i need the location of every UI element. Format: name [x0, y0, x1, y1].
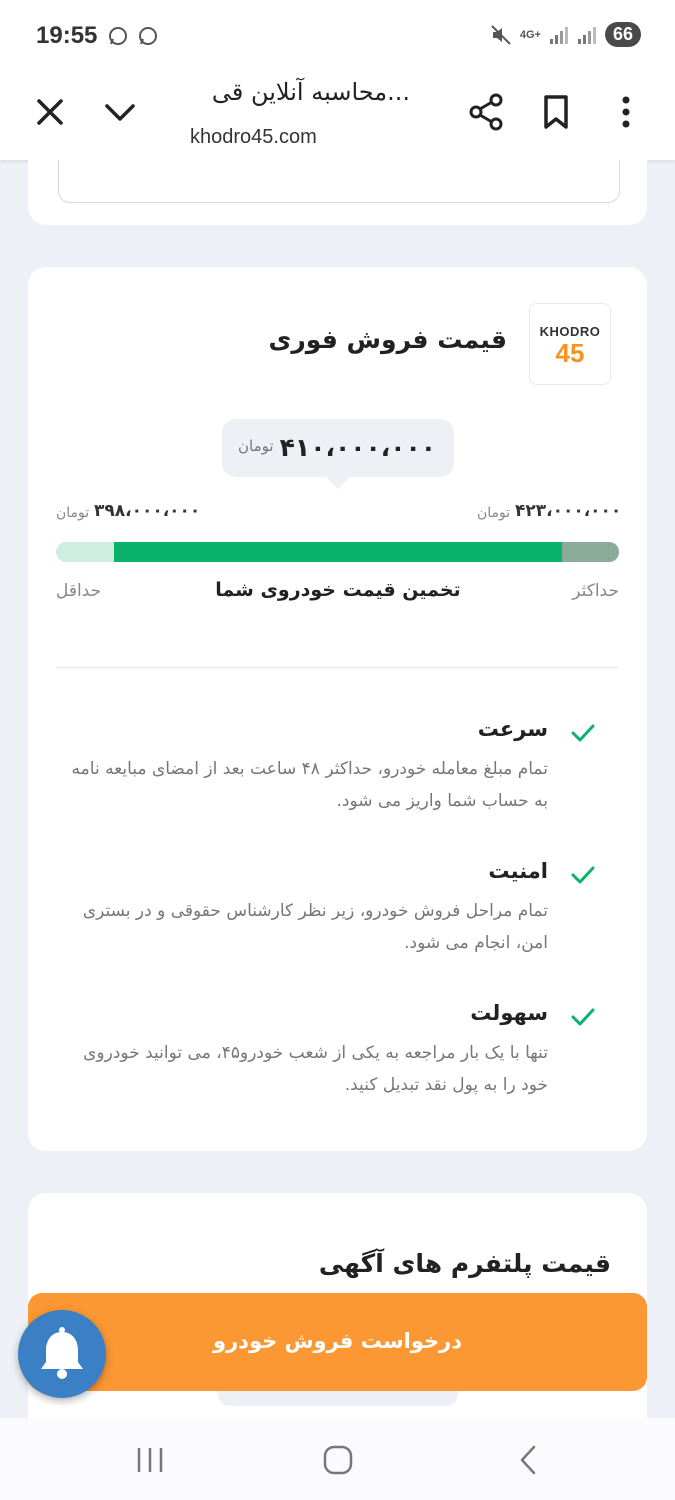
battery-indicator: 66	[604, 22, 641, 47]
range-max-segment	[562, 542, 619, 562]
previous-input[interactable]	[58, 160, 620, 203]
page-title: محاسبه آنلاین قی...	[211, 78, 410, 106]
price-range-bar	[56, 542, 619, 562]
network-type: 4G+	[519, 28, 541, 41]
card-title: قیمت فروش فوری	[268, 325, 507, 354]
recent-apps-icon[interactable]	[132, 1442, 168, 1478]
check-icon	[571, 866, 595, 884]
home-icon[interactable]	[320, 1442, 356, 1478]
mute-icon	[491, 24, 511, 45]
signal-icon	[549, 26, 568, 44]
back-icon[interactable]	[512, 1442, 548, 1478]
max-label: حداکثر	[572, 581, 619, 601]
feature-title: سرعت	[477, 717, 548, 741]
feature-speed: سرعت تمام مبلغ معامله خودرو، حداکثر ۴۸ س…	[68, 717, 548, 817]
min-value: ۳۹۸،۰۰۰،۰۰۰	[94, 501, 201, 521]
partial-bubble	[218, 1390, 458, 1406]
feature-security: امنیت تمام مراحل فروش خودرو، زیر نظر کار…	[68, 859, 548, 959]
estimate-value: ۴۱۰،۰۰۰،۰۰۰	[279, 433, 436, 462]
more-vert-icon[interactable]	[606, 92, 646, 132]
estimate-label: تخمین قیمت خودروی شما	[215, 579, 461, 601]
status-time: 19:55	[36, 22, 98, 49]
browser-toolbar: محاسبه آنلاین قی... khodro45.com	[0, 70, 675, 160]
range-fill	[114, 542, 562, 562]
whatsapp-icon	[109, 27, 127, 45]
feature-desc: تنها با یک بار مراجعه به یکی از شعب خودر…	[83, 1043, 548, 1095]
status-bar: 19:55 4G+ 66	[0, 0, 675, 70]
bell-icon	[41, 1327, 83, 1379]
feature-desc: تمام مبلغ معامله خودرو، حداکثر ۴۸ ساعت ب…	[71, 759, 548, 811]
max-value: ۴۲۳،۰۰۰،۰۰۰	[515, 501, 622, 521]
check-icon	[571, 724, 595, 742]
platform-title: قیمت پلتفرم های آگهی	[318, 1249, 611, 1278]
share-icon[interactable]	[466, 92, 506, 132]
bookmark-icon[interactable]	[536, 92, 576, 132]
feature-desc: تمام مراحل فروش خودرو، زیر نظر کارشناس ح…	[82, 901, 548, 953]
signal-icon	[577, 26, 596, 44]
estimate-bubble: ۴۱۰،۰۰۰،۰۰۰ تومان	[222, 419, 454, 489]
check-icon	[571, 1008, 595, 1026]
close-icon[interactable]	[30, 92, 70, 132]
feature-title: سهولت	[470, 1001, 548, 1025]
min-label: حداقل	[56, 581, 102, 601]
divider	[56, 667, 619, 668]
sell-request-button[interactable]: درخواست فروش خودرو	[28, 1293, 647, 1391]
feature-title: امنیت	[488, 859, 548, 883]
max-unit: تومان	[477, 505, 511, 521]
page-url: khodro45.com	[190, 126, 317, 148]
min-unit: تومان	[56, 505, 90, 521]
whatsapp-icon	[139, 27, 157, 45]
logo-number: 45	[555, 338, 585, 368]
logo-text: KHODRO	[539, 324, 601, 339]
notification-button[interactable]	[18, 1310, 106, 1398]
khodro45-logo: KHODRO 45	[529, 303, 611, 385]
system-nav-bar	[0, 1418, 675, 1500]
status-indicators: 4G+ 66	[490, 22, 641, 47]
instant-sale-card: KHODRO 45 قیمت فروش فوری ۴۱۰،۰۰۰،۰۰۰ توم…	[28, 267, 647, 1151]
chevron-down-icon[interactable]	[100, 92, 140, 132]
feature-ease: سهولت تنها با یک بار مراجعه به یکی از شع…	[68, 1001, 548, 1101]
estimate-unit: تومان	[238, 437, 274, 455]
previous-card	[28, 160, 647, 225]
